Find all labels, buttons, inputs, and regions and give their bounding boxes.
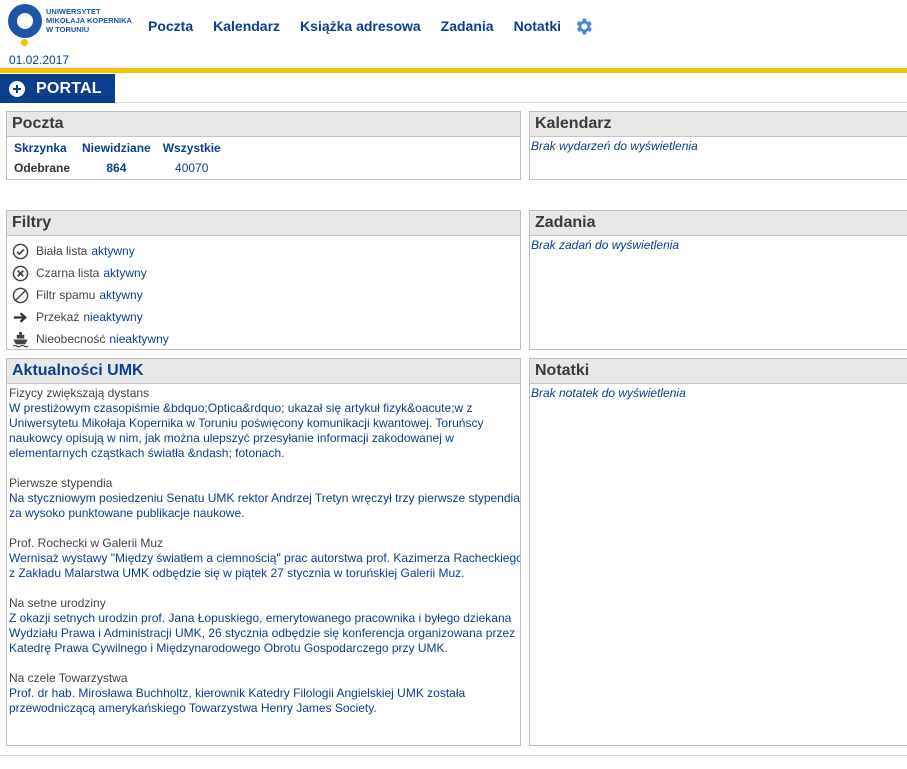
university-logo[interactable]: UNIWERSYTET MIKOŁAJA KOPERNIKA W TORUNIU — [8, 4, 132, 46]
filter-list: Biała lista aktywny Czarna lista aktywny… — [7, 236, 520, 350]
logo-dot — [21, 39, 28, 46]
nav-tasks[interactable]: Zadania — [441, 18, 494, 34]
news-title: Prof. Rochecki w Galerii Muz — [9, 536, 164, 550]
news-link[interactable]: Wernisaż wystawy "Między światłem a ciem… — [9, 551, 520, 581]
news-link[interactable]: W prestiżowym czasopiśmie &bdquo;Optica&… — [9, 401, 520, 461]
filter-label: Filtr spamu — [36, 288, 96, 302]
news-item: Na czele Towarzystwa Prof. dr hab. Miros… — [9, 671, 520, 716]
filter-vacation[interactable]: Nieobecność nieaktywny — [11, 328, 520, 350]
mail-panel: Poczta Skrzynka Niewidziane Wszystkie Od… — [6, 111, 521, 180]
arrow-right-icon — [11, 308, 29, 326]
filter-forward[interactable]: Przekaż nieaktywny — [11, 306, 520, 328]
notes-panel: Notatki Brak notatek do wyświetlenia — [529, 358, 907, 746]
filter-status[interactable]: nieaktywny — [83, 310, 142, 324]
filter-spam[interactable]: Filtr spamu aktywny — [11, 284, 520, 306]
gear-icon[interactable] — [573, 16, 594, 37]
news-panel-title[interactable]: Aktualności UMK — [7, 359, 520, 384]
filter-label: Nieobecność — [36, 332, 106, 346]
top-bar: UNIWERSYTET MIKOŁAJA KOPERNIKA W TORUNIU… — [0, 0, 907, 50]
news-item: Pierwsze stypendia Na styczniowym posied… — [9, 476, 520, 521]
unread-count[interactable]: 864 — [82, 159, 163, 175]
tasks-panel-title: Zadania — [530, 211, 907, 236]
filter-label: Biała lista — [36, 244, 88, 258]
col-unread: Niewidziane — [82, 141, 151, 155]
tab-underline — [115, 102, 907, 103]
news-link[interactable]: Z okazji setnych urodzin prof. Jana Łopu… — [9, 611, 520, 656]
check-circle-icon — [11, 242, 29, 260]
filters-panel: Filtry Biała lista aktywny Czarna lista … — [6, 210, 521, 350]
mail-table: Skrzynka Niewidziane Wszystkie Odebrane … — [14, 141, 233, 175]
col-all: Wszystkie — [162, 141, 221, 155]
ship-icon — [11, 330, 29, 348]
table-row[interactable]: Odebrane 864 40070 — [14, 159, 233, 175]
logo-text: UNIWERSYTET MIKOŁAJA KOPERNIKA W TORUNIU — [46, 7, 136, 34]
filter-status[interactable]: aktywny — [103, 266, 146, 280]
notes-panel-title: Notatki — [530, 359, 907, 384]
calendar-panel: Kalendarz Brak wydarzeń do wyświetlenia — [529, 111, 907, 180]
mail-table-header: Skrzynka Niewidziane Wszystkie — [14, 141, 233, 159]
news-title: Na czele Towarzystwa — [9, 671, 128, 685]
header-divider — [0, 68, 907, 73]
nav-mail[interactable]: Poczta — [148, 18, 193, 34]
news-title: Fizycy zwiększają dystans — [9, 386, 150, 400]
current-date: 01.02.2017 — [9, 53, 70, 67]
all-count[interactable]: 40070 — [163, 159, 233, 175]
filter-status[interactable]: aktywny — [99, 288, 142, 302]
no-entry-icon — [11, 286, 29, 304]
news-item: Na setne urodziny Z okazji setnych urodz… — [9, 596, 520, 656]
calendar-empty-message: Brak wydarzeń do wyświetlenia — [531, 139, 698, 153]
filter-status[interactable]: nieaktywny — [109, 332, 168, 346]
portal-label: PORTAL — [36, 79, 102, 97]
filter-whitelist[interactable]: Biała lista aktywny — [11, 240, 520, 262]
calendar-panel-title: Kalendarz — [530, 112, 907, 137]
tasks-empty-message: Brak zadań do wyświetlenia — [531, 238, 680, 252]
nav-calendar[interactable]: Kalendarz — [213, 18, 280, 34]
page-bottom-divider — [0, 755, 907, 756]
news-link[interactable]: Na styczniowym posiedzeniu Senatu UMK re… — [9, 491, 520, 521]
news-title: Pierwsze stypendia — [9, 476, 113, 490]
news-title: Na setne urodziny — [9, 596, 106, 610]
notes-empty-message: Brak notatek do wyświetlenia — [531, 386, 686, 400]
news-link[interactable]: Prof. dr hab. Mirosława Buchholtz, kiero… — [9, 686, 520, 716]
nav-address-book[interactable]: Książka adresowa — [300, 18, 421, 34]
nav-notes[interactable]: Notatki — [514, 18, 561, 34]
filter-label: Przekaż — [36, 310, 80, 324]
plus-circle-icon — [9, 80, 25, 97]
logo-emblem — [8, 4, 42, 38]
logo-line-3: W TORUNIU — [46, 25, 90, 34]
news-list: Fizycy zwiększają dystans W prestiżowym … — [7, 384, 520, 716]
col-mailbox: Skrzynka — [14, 141, 67, 155]
tasks-panel: Zadania Brak zadań do wyświetlenia — [529, 210, 907, 350]
filter-status[interactable]: aktywny — [91, 244, 134, 258]
filter-blacklist[interactable]: Czarna lista aktywny — [11, 262, 520, 284]
portal-tab[interactable]: PORTAL — [0, 74, 115, 103]
filter-label: Czarna lista — [36, 266, 100, 280]
mail-panel-title: Poczta — [7, 112, 520, 137]
logo-line-1: UNIWERSYTET — [46, 7, 101, 16]
news-panel: Aktualności UMK Fizycy zwiększają dystan… — [6, 358, 521, 746]
news-item: Fizycy zwiększają dystans W prestiżowym … — [9, 386, 520, 461]
mailbox-name[interactable]: Odebrane — [14, 159, 82, 175]
news-item: Prof. Rochecki w Galerii Muz Wernisaż wy… — [9, 536, 520, 581]
logo-line-2: MIKOŁAJA KOPERNIKA — [46, 16, 132, 25]
main-nav: Poczta Kalendarz Książka adresowa Zadani… — [148, 16, 594, 36]
x-circle-icon — [11, 264, 29, 282]
filters-panel-title: Filtry — [7, 211, 520, 236]
